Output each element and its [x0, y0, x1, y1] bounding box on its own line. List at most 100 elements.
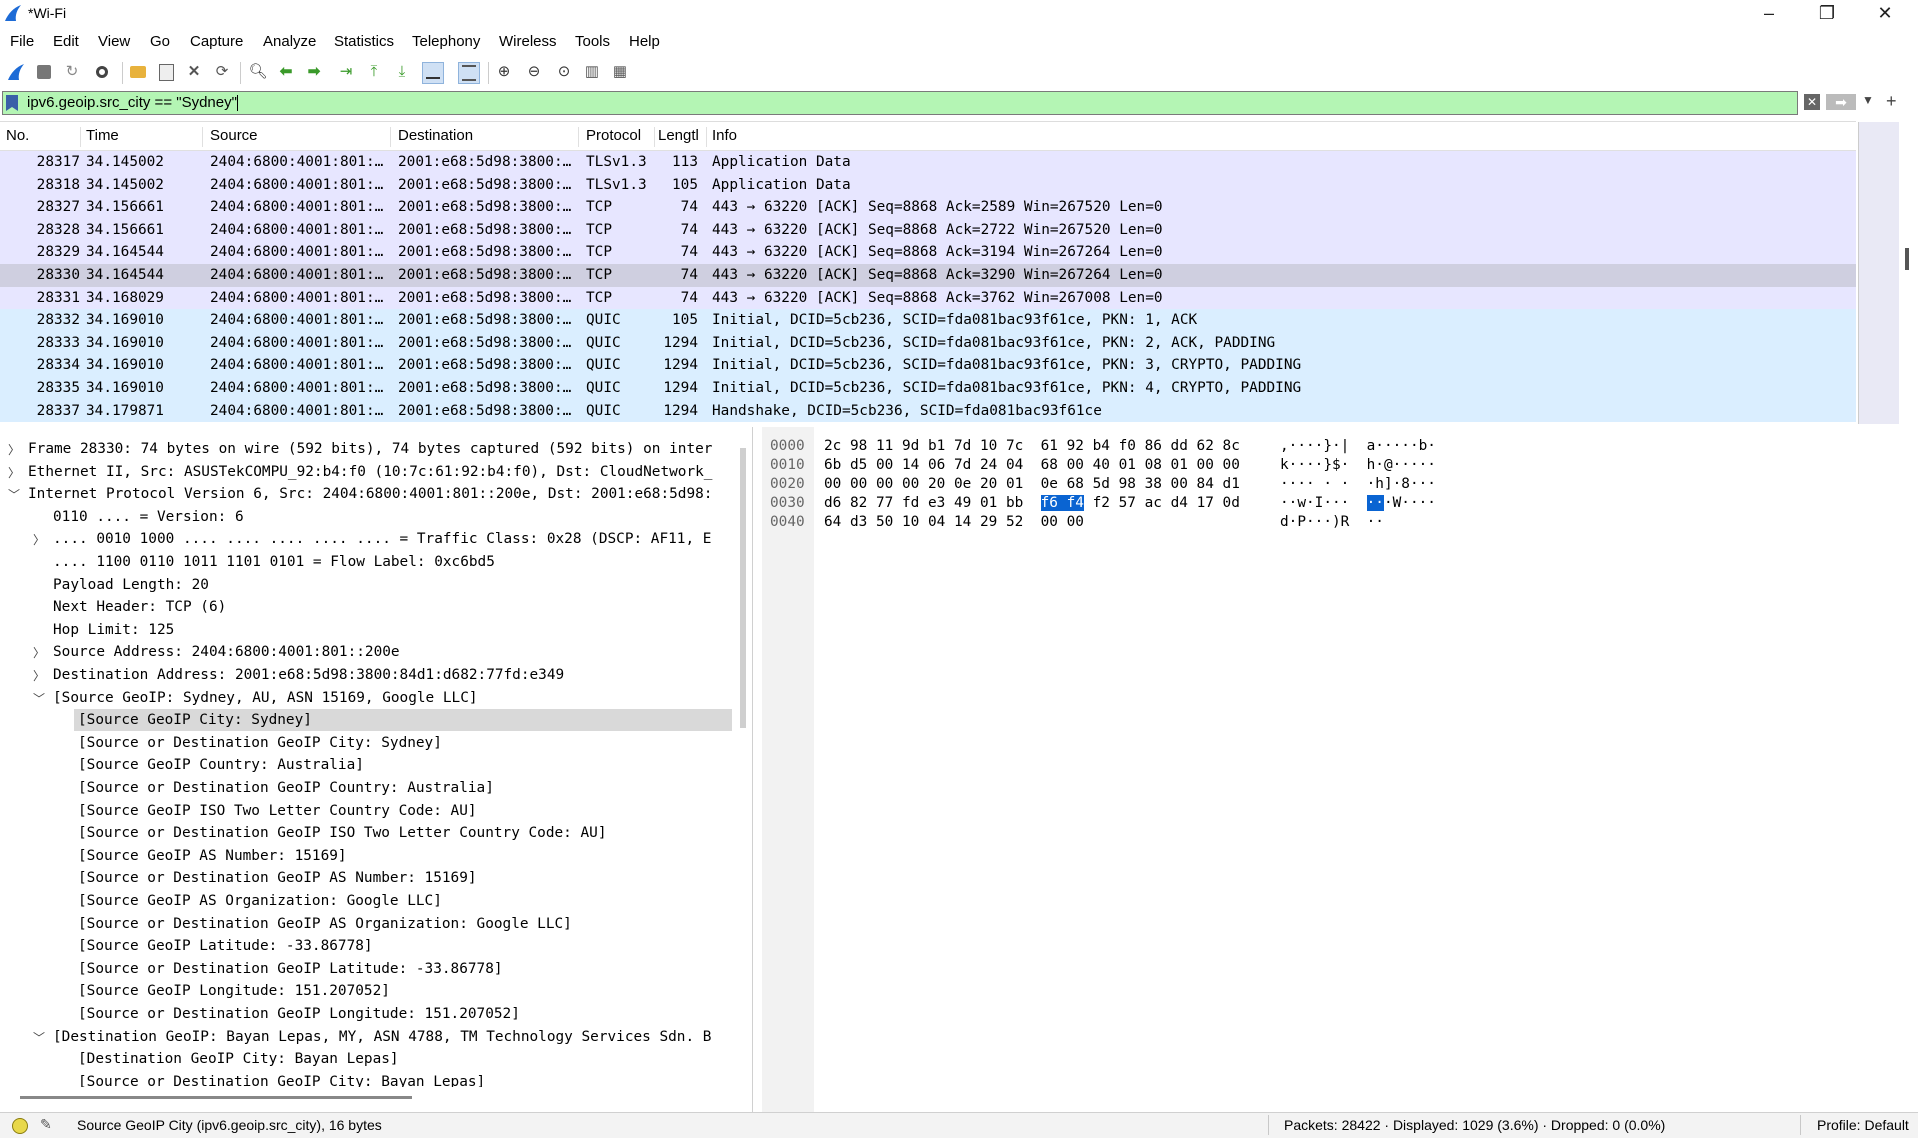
detail-row[interactable]: [Source or Destination GeoIP Country: Au… — [78, 777, 494, 800]
menu-telephony[interactable]: Telephony — [412, 33, 480, 50]
packet-row[interactable]: 28335 34.169010 2404:6800:4001:801:… 2001:e… — [0, 377, 1856, 400]
detail-row[interactable]: [Source GeoIP AS Number: 15169] — [78, 845, 347, 868]
ascii-bytes-row[interactable]: ,····}·| a·····b· — [1280, 437, 1436, 456]
ascii-bytes-row[interactable]: ···· · · ·h]·8··· — [1280, 475, 1436, 494]
packet-row[interactable]: 28331 34.168029 2404:6800:4001:801:… 2001:e… — [0, 286, 1856, 310]
packet-row-selected[interactable]: 28330 34.164544 2404:6800:4001:801:… 2001:e… — [0, 264, 1856, 287]
detail-row[interactable]: [Source GeoIP Latitude: -33.86778] — [78, 935, 373, 958]
filter-history-dropdown-icon[interactable]: ▼ — [1862, 93, 1874, 107]
detail-row[interactable]: [Source or Destination GeoIP AS Organiza… — [78, 913, 572, 936]
detail-row[interactable]: [Destination GeoIP City: Bayan Lepas] — [78, 1048, 399, 1071]
collapse-arrow-icon[interactable]: ﹀ — [33, 1029, 45, 1046]
minimize-button[interactable]: – — [1740, 0, 1798, 28]
detail-row[interactable]: .... 1100 0110 1011 1101 0101 = Flow Lab… — [53, 551, 495, 574]
column-header-destination[interactable]: Destination — [398, 127, 579, 147]
detail-row[interactable]: [Source GeoIP ISO Two Letter Country Cod… — [78, 800, 477, 823]
column-header-info[interactable]: Info — [712, 127, 737, 147]
packet-row[interactable]: 28332 34.169010 2404:6800:4001:801:… 2001:e… — [0, 309, 1856, 332]
column-header-time[interactable]: Time — [86, 127, 203, 147]
expand-arrow-icon[interactable]: 〉 — [33, 644, 45, 661]
detail-row[interactable]: Hop Limit: 125 — [53, 619, 174, 642]
detail-row[interactable]: [Source GeoIP Longitude: 151.207052] — [78, 980, 390, 1003]
go-last-icon[interactable]: ⤓ — [392, 62, 412, 82]
packet-row[interactable]: 28333 34.169010 2404:6800:4001:801:… 2001:e… — [0, 331, 1856, 355]
zoom-in-icon[interactable]: ⊕ — [494, 62, 514, 82]
packet-row[interactable]: 28328 34.156661 2404:6800:4001:801:… 2001:e… — [0, 218, 1856, 242]
maximize-button[interactable]: ❐ — [1798, 0, 1856, 28]
packet-row[interactable]: 28334 34.169010 2404:6800:4001:801:… 2001:e… — [0, 354, 1856, 377]
go-to-packet-icon[interactable]: ⇥ — [336, 62, 356, 82]
packet-row[interactable]: 28329 34.164544 2404:6800:4001:801:… 2001:e… — [0, 241, 1856, 264]
menu-capture[interactable]: Capture — [190, 33, 243, 50]
resize-columns-icon[interactable]: ▥ — [582, 62, 602, 82]
menu-file[interactable]: File — [10, 33, 34, 50]
capture-options-icon[interactable] — [92, 62, 112, 82]
expert-info-icon[interactable] — [12, 1118, 28, 1134]
menu-view[interactable]: View — [98, 33, 130, 50]
detail-row[interactable]: [Source GeoIP Country: Australia] — [78, 754, 364, 777]
close-window-button[interactable]: ✕ — [1856, 0, 1914, 28]
edit-comment-icon[interactable]: ✎ — [40, 1116, 52, 1133]
detail-row[interactable]: [Source or Destination GeoIP Latitude: -… — [78, 958, 503, 981]
stop-capture-icon[interactable] — [34, 62, 54, 82]
detail-row[interactable]: [Source GeoIP AS Organization: Google LL… — [78, 890, 442, 913]
packet-row[interactable]: 28327 34.156661 2404:6800:4001:801:… 2001:e… — [0, 196, 1856, 219]
detail-row[interactable]: Destination Address: 2001:e68:5d98:3800:… — [53, 664, 564, 687]
expand-arrow-icon[interactable]: 〉 — [33, 667, 45, 684]
detail-row[interactable]: Payload Length: 20 — [53, 574, 209, 597]
ascii-bytes-row[interactable]: k····}$· h·@····· — [1280, 456, 1436, 475]
start-capture-icon[interactable] — [6, 62, 26, 82]
status-profile[interactable]: Profile: Default — [1817, 1117, 1909, 1133]
detail-row[interactable]: Frame 28330: 74 bytes on wire (592 bits)… — [28, 438, 712, 461]
detail-row[interactable]: [Source or Destination GeoIP Longitude: … — [78, 1003, 520, 1026]
zoom-out-icon[interactable]: ⊖ — [524, 62, 544, 82]
column-header-no[interactable]: No. — [6, 127, 81, 147]
detail-row-selected[interactable]: [Source GeoIP City: Sydney] — [78, 709, 312, 732]
detail-row[interactable]: 0110 .... = Version: 6 — [53, 506, 244, 529]
detail-row[interactable]: Ethernet II, Src: ASUSTekCOMPU_92:b4:f0 … — [28, 461, 712, 484]
column-header-source[interactable]: Source — [210, 127, 391, 147]
column-header-length[interactable]: Lengtl — [658, 127, 707, 147]
detail-row[interactable]: [Source or Destination GeoIP ISO Two Let… — [78, 822, 607, 845]
hex-bytes-row[interactable]: 64 d3 50 10 04 14 29 52 00 00 — [824, 513, 1084, 532]
menu-help[interactable]: Help — [629, 33, 660, 50]
find-packet-icon[interactable]: 🔍︎ — [248, 62, 268, 82]
packet-row[interactable]: 28318 34.145002 2404:6800:4001:801:… 2001:e… — [0, 173, 1856, 197]
ascii-bytes-row[interactable]: d·P···)R ·· — [1280, 513, 1384, 532]
hex-bytes-row[interactable]: d6 82 77 fd e3 49 01 bb f6 f4 f2 57 ac d… — [824, 494, 1240, 513]
clear-filter-icon[interactable]: ✕ — [1804, 94, 1820, 110]
detail-row[interactable]: [Source or Destination GeoIP City: Bayan… — [78, 1071, 485, 1087]
detail-row[interactable]: [Source GeoIP: Sydney, AU, ASN 15169, Go… — [53, 687, 478, 710]
apply-filter-icon[interactable]: ➡ — [1826, 94, 1856, 110]
menu-edit[interactable]: Edit — [53, 33, 79, 50]
collapse-arrow-icon[interactable]: ﹀ — [8, 486, 20, 503]
go-first-icon[interactable]: ⤒ — [364, 62, 384, 82]
go-forward-icon[interactable]: ➡ — [304, 62, 324, 82]
bookmark-icon[interactable] — [6, 95, 18, 111]
packet-row[interactable]: 28317 34.145002 2404:6800:4001:801:… 2001:e… — [0, 151, 1856, 174]
colorize-icon[interactable] — [458, 62, 480, 84]
menu-statistics[interactable]: Statistics — [334, 33, 394, 50]
close-file-icon[interactable]: ✕ — [184, 62, 204, 82]
restart-capture-icon[interactable]: ↻ — [62, 62, 82, 82]
expand-arrow-icon[interactable]: 〉 — [33, 531, 45, 548]
ascii-bytes-row[interactable]: ··w·I··· ···W···· — [1280, 494, 1436, 513]
packet-row[interactable]: 28337 34.179871 2404:6800:4001:801:… 2001:e… — [0, 399, 1856, 423]
detail-row[interactable]: Internet Protocol Version 6, Src: 2404:6… — [28, 483, 712, 506]
layout-icon[interactable]: ▦ — [610, 62, 630, 82]
hex-bytes-row[interactable]: 00 00 00 00 20 0e 20 01 0e 68 5d 98 38 0… — [824, 475, 1240, 494]
detail-row[interactable]: .... 0010 1000 .... .... .... .... .... … — [53, 528, 711, 551]
hex-bytes-row[interactable]: 2c 98 11 9d b1 7d 10 7c 61 92 b4 f0 86 d… — [824, 437, 1240, 456]
expand-arrow-icon[interactable]: 〉 — [8, 464, 20, 481]
hex-bytes-row[interactable]: 6b d5 00 14 06 7d 24 04 68 00 40 01 08 0… — [824, 456, 1240, 475]
menu-wireless[interactable]: Wireless — [499, 33, 557, 50]
menu-go[interactable]: Go — [150, 33, 170, 50]
menu-tools[interactable]: Tools — [575, 33, 610, 50]
detail-row[interactable]: Source Address: 2404:6800:4001:801::200e — [53, 641, 400, 664]
menu-analyze[interactable]: Analyze — [263, 33, 316, 50]
column-header-protocol[interactable]: Protocol — [586, 127, 655, 147]
detail-row[interactable]: [Source or Destination GeoIP City: Sydne… — [78, 732, 442, 755]
details-hscroll-thumb[interactable] — [20, 1096, 412, 1099]
save-file-icon[interactable] — [156, 62, 176, 82]
packet-list-vscroll-thumb[interactable] — [1905, 248, 1909, 270]
